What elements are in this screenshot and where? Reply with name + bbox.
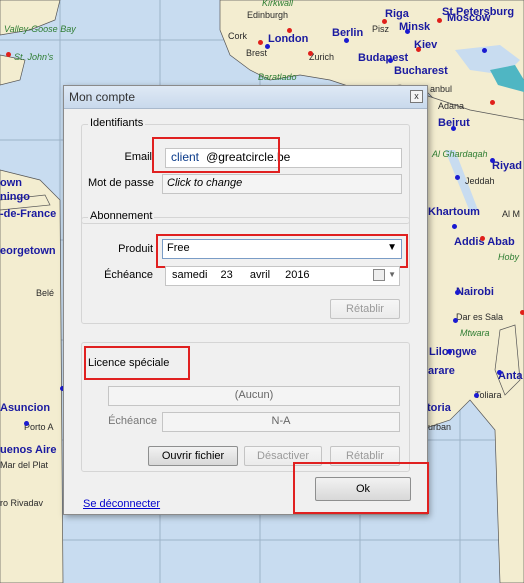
city-dot bbox=[452, 224, 457, 229]
echeance-date-picker[interactable]: samedi 23 avril 2016 ▼ bbox=[165, 266, 400, 286]
city-label: eorgetown bbox=[0, 245, 56, 257]
ok-button[interactable]: Ok bbox=[315, 477, 411, 501]
date-year: 2016 bbox=[285, 269, 310, 281]
email-label: Email bbox=[124, 151, 152, 163]
licence-echeance-field: N-A bbox=[162, 412, 400, 432]
city-label: St. John's bbox=[14, 52, 54, 62]
licence-echeance-value: N-A bbox=[271, 415, 291, 427]
abonnement-retablir-button[interactable]: Rétablir bbox=[330, 299, 400, 319]
city-label: Riyad bbox=[492, 160, 522, 172]
city-dot bbox=[258, 40, 263, 45]
city-label: ningo bbox=[0, 191, 30, 203]
city-dot bbox=[437, 18, 442, 23]
calendar-icon[interactable] bbox=[373, 269, 385, 281]
dialog-title: Mon compte bbox=[69, 90, 136, 104]
identifiants-title: Identifiants bbox=[88, 117, 146, 129]
city-dot bbox=[308, 51, 313, 56]
city-label: Al Ghardaqah bbox=[432, 149, 488, 159]
city-dot bbox=[497, 370, 502, 375]
city-dot bbox=[287, 28, 292, 33]
city-dot bbox=[451, 126, 456, 131]
city-label: Jeddah bbox=[465, 176, 495, 186]
close-icon[interactable]: x bbox=[410, 90, 423, 103]
city-label: anbul bbox=[430, 84, 453, 94]
city-label: Hoby bbox=[498, 252, 520, 262]
city-label: Moscow bbox=[447, 12, 491, 24]
city-dot bbox=[447, 349, 452, 354]
date-month: avril bbox=[249, 269, 271, 281]
produit-label: Produit bbox=[118, 243, 153, 255]
city-label: London bbox=[268, 33, 309, 45]
city-dot bbox=[6, 52, 11, 57]
city-label: Belé bbox=[36, 288, 55, 298]
ouvrir-fichier-button[interactable]: Ouvrir fichier bbox=[148, 446, 238, 466]
city-label: Riga bbox=[385, 8, 409, 20]
city-dot bbox=[344, 38, 349, 43]
city-label: Brest bbox=[246, 48, 268, 58]
city-label: Berlin bbox=[332, 27, 364, 39]
city-label: Asuncion bbox=[0, 402, 51, 414]
city-dot bbox=[416, 47, 421, 52]
city-label: own bbox=[0, 177, 22, 189]
city-dot bbox=[455, 290, 460, 295]
city-label: Mtwara bbox=[460, 328, 490, 338]
logout-link[interactable]: Se déconnecter bbox=[83, 498, 160, 510]
city-dot bbox=[490, 100, 495, 105]
city-label: Al M bbox=[502, 209, 520, 219]
city-dot bbox=[388, 58, 393, 63]
city-label: Adana bbox=[438, 101, 465, 111]
city-label: Khartoum bbox=[428, 206, 480, 218]
city-label: arare bbox=[428, 365, 455, 377]
city-label: toria bbox=[427, 402, 451, 414]
city-label: urban bbox=[428, 422, 452, 432]
licence-value: (Aucun) bbox=[234, 389, 274, 401]
password-placeholder: Click to change bbox=[167, 177, 243, 189]
city-label: Valley-Goose Bay bbox=[4, 24, 76, 34]
city-label: Lilongwe bbox=[429, 346, 477, 358]
city-label: Bucharest bbox=[394, 65, 448, 77]
city-label: uenos Aire bbox=[0, 444, 57, 456]
city-label: Cork bbox=[228, 31, 248, 41]
password-field[interactable]: Click to change bbox=[162, 174, 402, 194]
city-dot bbox=[405, 29, 410, 34]
password-label: Mot de passe bbox=[87, 177, 154, 189]
city-label: Nairobi bbox=[456, 286, 494, 298]
licence-echeance-label: Échéance bbox=[108, 415, 157, 427]
city-label: Baratlado bbox=[258, 72, 297, 82]
licence-value-field: (Aucun) bbox=[108, 386, 400, 406]
highlight-email bbox=[152, 137, 280, 173]
city-label: -de-France bbox=[0, 208, 57, 220]
dialog-titlebar[interactable]: Mon compte x bbox=[64, 86, 427, 109]
city-label: Budapest bbox=[358, 52, 409, 64]
city-dot bbox=[490, 158, 495, 163]
city-dot bbox=[474, 393, 479, 398]
city-label: Dar es Sala bbox=[456, 312, 504, 322]
date-day: samedi bbox=[172, 269, 208, 281]
chevron-down-icon: ▼ bbox=[388, 270, 396, 279]
mon-compte-dialog: Mon compte x Identifiants Email client @… bbox=[63, 85, 429, 515]
city-dot bbox=[382, 19, 387, 24]
city-dot bbox=[265, 44, 270, 49]
city-dot bbox=[455, 175, 460, 180]
city-label: ro Rivadav bbox=[0, 498, 44, 508]
city-label: Kirkwall bbox=[262, 0, 294, 8]
city-dot bbox=[482, 48, 487, 53]
abonnement-title: Abonnement bbox=[88, 210, 155, 222]
city-dot bbox=[453, 318, 458, 323]
city-dot bbox=[520, 310, 524, 315]
city-label: Minsk bbox=[399, 21, 431, 33]
echeance-label: Échéance bbox=[104, 269, 153, 281]
city-dot bbox=[480, 236, 485, 241]
city-label: Edinburgh bbox=[247, 10, 289, 20]
city-dot bbox=[24, 421, 29, 426]
city-label: Mar del Plat bbox=[0, 460, 49, 470]
highlight-produit bbox=[156, 234, 408, 268]
dialog-body: Identifiants Email client @greatcircle.b… bbox=[64, 109, 429, 514]
date-num: 23 bbox=[220, 269, 233, 281]
highlight-licence bbox=[84, 346, 190, 380]
city-label: Pisz bbox=[372, 24, 390, 34]
